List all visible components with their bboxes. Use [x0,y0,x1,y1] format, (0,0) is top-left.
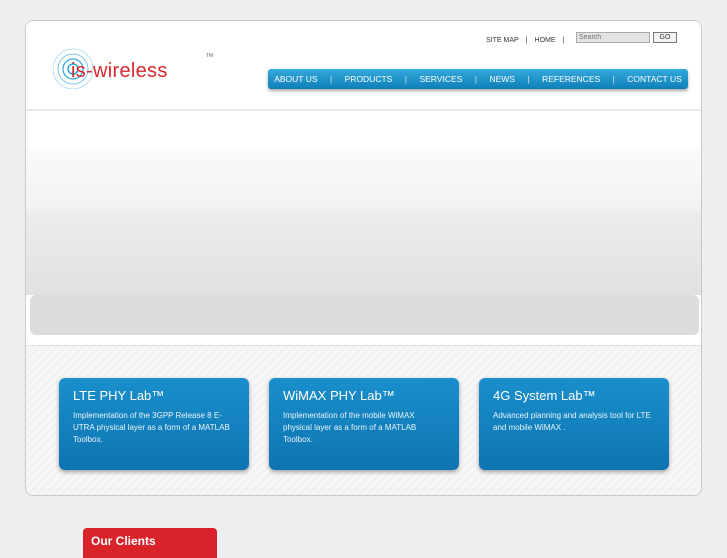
site-map-link[interactable]: SITE MAP [486,37,519,44]
nav-products[interactable]: PRODUCTS [345,74,393,84]
top-links: SITE MAP | HOME | [486,33,571,47]
product-section: LTE PHY Lab™ Implementation of the 3GPP … [26,345,701,495]
card-title: WiMAX PHY Lab™ [283,388,395,403]
nav-separator: | [527,74,530,84]
product-card-lte[interactable]: LTE PHY Lab™ Implementation of the 3GPP … [59,378,249,470]
logo-text: is-wireless [71,60,168,82]
hero-band [30,295,699,335]
card-title: LTE PHY Lab™ [73,388,165,403]
card-text: Advanced planning and analysis tool for … [493,411,651,432]
nav-references[interactable]: REFERENCES [542,74,600,84]
card-title: 4G System Lab™ [493,388,596,403]
logo[interactable]: is-wireless TM [53,45,218,89]
logo-tm: TM [206,53,214,59]
card-text: Implementation of the mobile WiMAX physi… [283,411,417,444]
nav-separator: | [612,74,615,84]
hero-divider [26,109,701,111]
top-link-separator: | [562,36,565,44]
header: is-wireless TM SITE MAP | HOME | GO ABOU… [26,21,701,109]
nav-about-us[interactable]: ABOUT US [274,74,317,84]
nav-contact-us[interactable]: CONTACT US [627,74,681,84]
page-frame: is-wireless TM SITE MAP | HOME | GO ABOU… [25,20,702,496]
top-link-separator: | [525,36,528,44]
product-card-4g-system[interactable]: 4G System Lab™ Advanced planning and ana… [479,378,669,470]
hero-band [26,211,701,261]
home-link[interactable]: HOME [535,37,556,44]
card-text: Implementation of the 3GPP Release 8 E-U… [73,411,230,444]
nav-services[interactable]: SERVICES [419,74,462,84]
hero-band [26,261,701,295]
main-nav: ABOUT US | PRODUCTS | SERVICES | NEWS | … [268,69,688,89]
nav-news[interactable]: NEWS [489,74,515,84]
hero-banner [26,109,701,345]
go-button[interactable]: GO [653,32,677,43]
hero-band [26,149,701,211]
our-clients-tab[interactable]: Our Clients [83,528,217,558]
nav-separator: | [329,74,333,84]
product-card-wimax[interactable]: WiMAX PHY Lab™ Implementation of the mob… [269,378,459,470]
nav-separator: | [404,74,408,84]
search-input[interactable] [576,32,650,43]
nav-separator: | [474,74,477,84]
